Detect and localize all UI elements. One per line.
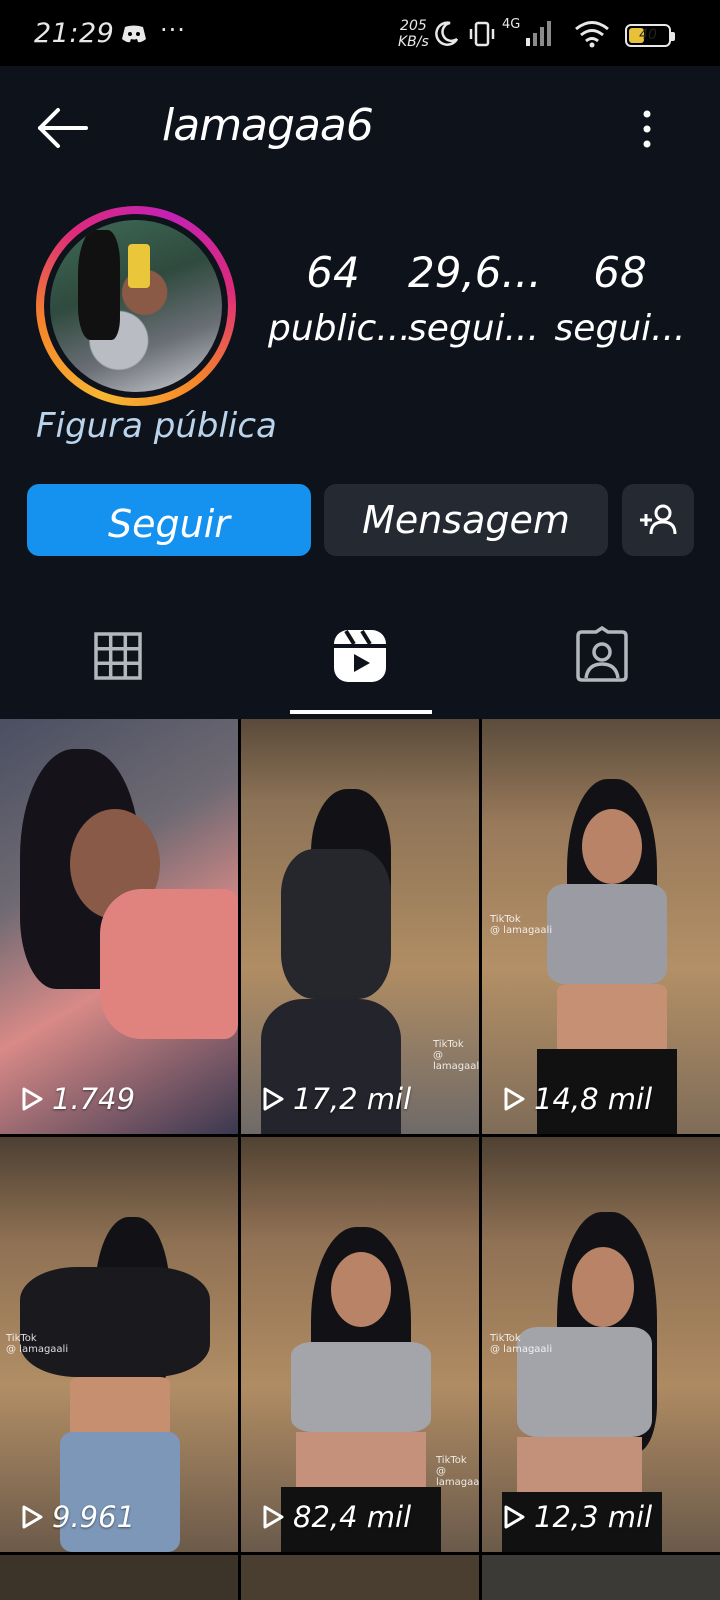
thumb-figure-top xyxy=(547,884,667,984)
vibrate-icon xyxy=(469,21,495,47)
stat-posts[interactable]: 64 public... xyxy=(268,248,411,354)
reels-icon[interactable] xyxy=(330,626,390,686)
tiktok-watermark: TikTok @ lamagaali xyxy=(433,1039,479,1072)
reel-thumbnail[interactable]: TikTok @ lamagaali 9.961 xyxy=(0,1137,238,1552)
reel-thumbnail[interactable]: TikTok @ lamagaali 14,8 mil xyxy=(482,719,720,1134)
reel-views: 14,8 mil xyxy=(534,1082,653,1116)
reel-thumbnail[interactable]: TikTok @ lamagaali 82,4 mil xyxy=(241,1137,479,1552)
play-icon xyxy=(263,1505,284,1529)
discord-icon xyxy=(122,25,146,43)
network-speed-value: 205 xyxy=(400,18,427,34)
more-vertical-icon[interactable] xyxy=(632,104,662,154)
tiktok-watermark: TikTok @ lamagaali xyxy=(490,1333,552,1355)
reel-thumbnail[interactable]: TikTok @ lamagaali 17,2 mil xyxy=(241,719,479,1134)
reel-view-count: 12,3 mil xyxy=(502,1500,652,1534)
reel-views: 82,4 mil xyxy=(293,1500,412,1534)
watermark-brand: TikTok xyxy=(433,1039,464,1050)
play-icon xyxy=(22,1087,43,1111)
watermark-brand: TikTok xyxy=(436,1455,467,1466)
arrow-left-icon[interactable] xyxy=(36,106,90,150)
status-overflow-icon: ··· xyxy=(160,16,186,44)
battery-icon: 40 xyxy=(625,24,675,47)
story-ring[interactable] xyxy=(36,206,236,406)
play-icon xyxy=(504,1087,525,1111)
signal-icon: 4G xyxy=(502,17,551,46)
reel-thumbnail[interactable] xyxy=(0,1555,238,1600)
tiktok-watermark: TikTok @ lamagaali xyxy=(436,1455,479,1488)
stat-following[interactable]: 68 segui... xyxy=(550,248,690,354)
avatar-phone xyxy=(128,244,150,288)
grid-icon[interactable] xyxy=(88,626,148,686)
watermark-brand: TikTok xyxy=(490,914,521,925)
follow-button[interactable]: Seguir xyxy=(27,484,311,556)
thumb-figure-waist xyxy=(517,1437,642,1497)
watermark-handle: @ lamagaali xyxy=(6,1344,69,1355)
tiktok-watermark: TikTok @ lamagaali xyxy=(6,1333,68,1355)
play-icon xyxy=(504,1505,525,1529)
thumb-figure-waist xyxy=(70,1377,170,1437)
thumb-figure-face xyxy=(582,809,642,884)
reel-views: 1.749 xyxy=(52,1082,136,1116)
watermark-handle: @ lamagaali xyxy=(436,1466,479,1488)
profile-username: lamagaa6 xyxy=(162,100,374,151)
status-bar: 21:29 ··· 205 KB/s 4G 40 xyxy=(0,0,720,66)
watermark-brand: TikTok xyxy=(490,1333,521,1344)
reel-views: 12,3 mil xyxy=(534,1500,653,1534)
play-icon xyxy=(263,1087,284,1111)
reel-thumbnail[interactable] xyxy=(482,1555,720,1600)
reel-view-count: 9.961 xyxy=(20,1500,135,1534)
add-user-button[interactable] xyxy=(622,484,694,556)
status-time: 21:29 xyxy=(34,18,115,49)
reel-thumbnail[interactable]: 1.749 xyxy=(0,719,238,1134)
stat-followers[interactable]: 29,6... segui... xyxy=(408,248,542,354)
watermark-handle: @ lamagaali xyxy=(433,1050,479,1072)
thumb-figure-waist xyxy=(296,1432,426,1492)
reel-views: 9.961 xyxy=(52,1500,136,1534)
watermark-handle: @ lamagaali xyxy=(490,1344,553,1355)
thumb-figure-top xyxy=(281,849,391,999)
thumb-figure-face xyxy=(572,1247,634,1327)
watermark-handle: @ lamagaali xyxy=(490,925,553,936)
play-icon xyxy=(22,1505,43,1529)
reels-grid: 1.749 TikTok @ lamagaali 17,2 mil TikTok… xyxy=(0,719,720,1600)
thumb-figure-top xyxy=(291,1342,431,1432)
thumb-figure-jacket xyxy=(20,1267,210,1377)
network-speed-unit: KB/s xyxy=(398,34,429,50)
reel-view-count: 82,4 mil xyxy=(261,1500,411,1534)
battery-percent: 40 xyxy=(639,27,657,43)
avatar-hair xyxy=(78,230,120,340)
tiktok-watermark: TikTok @ lamagaali xyxy=(490,914,552,936)
thumb-figure-shirt xyxy=(100,889,238,1039)
thumb-figure-face xyxy=(331,1252,391,1327)
moon-icon xyxy=(435,21,459,46)
stat-posts-label: public... xyxy=(268,308,411,349)
profile-screen: lamagaa6 64 public... 29,6... segui... 6… xyxy=(0,66,720,1600)
battery-tip xyxy=(671,32,675,41)
person-add-icon xyxy=(640,504,677,535)
profile-category: Figura pública xyxy=(36,406,277,446)
stat-following-label: segui... xyxy=(554,308,686,349)
stat-following-value: 68 xyxy=(593,248,647,297)
reel-views: 17,2 mil xyxy=(293,1082,412,1116)
message-button[interactable]: Mensagem xyxy=(324,484,608,556)
reel-view-count: 14,8 mil xyxy=(502,1082,652,1116)
tagged-icon[interactable] xyxy=(572,626,632,686)
active-tab-indicator xyxy=(290,710,432,714)
reel-view-count: 17,2 mil xyxy=(261,1082,411,1116)
reel-thumbnail[interactable] xyxy=(241,1555,479,1600)
avatar xyxy=(50,220,222,392)
stat-followers-label: segui... xyxy=(408,308,539,349)
thumb-figure-jeans xyxy=(60,1432,180,1552)
thumb-figure-waist xyxy=(557,984,667,1054)
stat-posts-value: 64 xyxy=(306,248,360,297)
reel-view-count: 1.749 xyxy=(20,1082,135,1116)
watermark-brand: TikTok xyxy=(6,1333,37,1344)
reel-thumbnail[interactable]: TikTok @ lamagaali 12,3 mil xyxy=(482,1137,720,1552)
wifi-icon xyxy=(575,21,609,48)
network-speed: 205 KB/s xyxy=(398,18,429,50)
stat-followers-value: 29,6... xyxy=(408,248,542,297)
network-type: 4G xyxy=(502,17,520,32)
